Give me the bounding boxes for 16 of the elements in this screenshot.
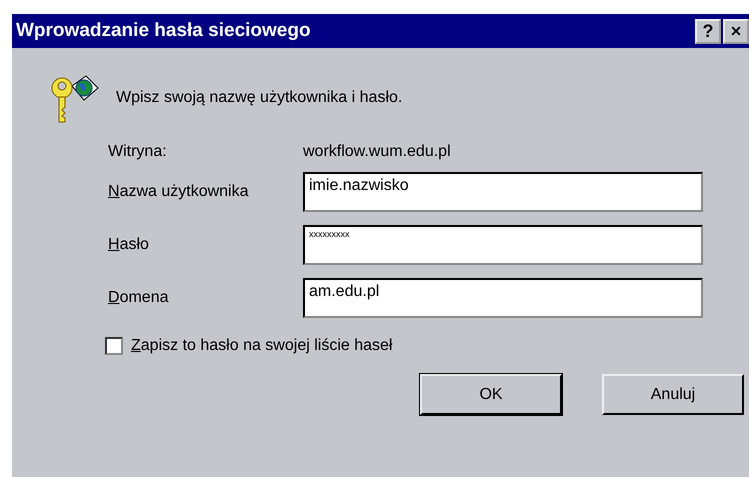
- field-label: Hasło: [108, 235, 150, 255]
- close-button[interactable]: ×: [723, 18, 749, 44]
- checkbox-label[interactable]: Zapisz to hasło na swojej liście haseł: [131, 334, 392, 358]
- window-title: Wprowadzanie hasła sieciowego: [16, 18, 312, 43]
- field-label: Nazwa użytkownika: [108, 182, 250, 202]
- site-value: workflow.wum.edu.pl: [303, 142, 451, 162]
- site-label: Witryna:: [108, 142, 168, 162]
- field-label: Domena: [108, 288, 170, 308]
- ok-button[interactable]: OK: [420, 374, 562, 415]
- input-field[interactable]: xxxxxxxxx: [303, 225, 703, 265]
- input-field[interactable]: imie.nazwisko: [303, 172, 703, 212]
- input-field[interactable]: am.edu.pl: [303, 278, 703, 318]
- checkbox[interactable]: [105, 337, 123, 355]
- help-button[interactable]: ?: [695, 18, 721, 44]
- cancel-button[interactable]: Anuluj: [602, 374, 744, 415]
- instruction-text: Wpisz swoją nazwę użytkownika i hasło.: [116, 88, 402, 108]
